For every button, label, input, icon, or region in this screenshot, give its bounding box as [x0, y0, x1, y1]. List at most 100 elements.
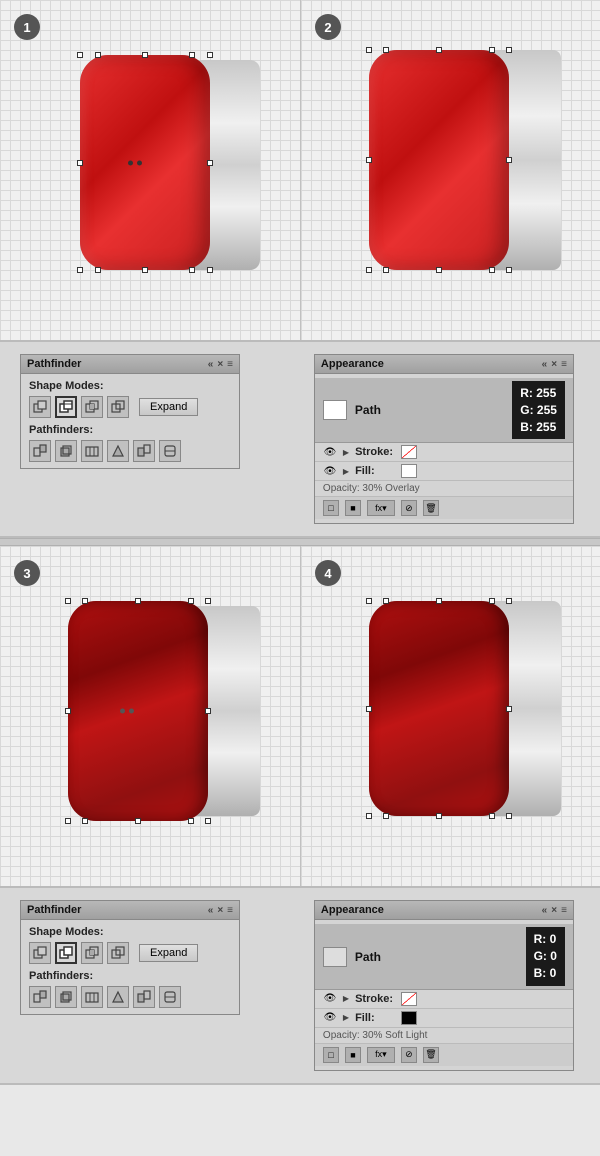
expand-button-1[interactable]: Expand	[139, 398, 198, 416]
rgb-b-1: B: 255	[520, 419, 557, 436]
app2-collapse[interactable]: «	[542, 905, 548, 916]
pathfinder-title-2: Pathfinder	[27, 904, 81, 916]
fx-icon-1[interactable]: fx▾	[367, 500, 395, 516]
canvas-step-3: 3	[0, 546, 300, 886]
path-swatch-2	[323, 947, 347, 967]
separator-1	[0, 538, 600, 546]
appearance-body-1: Path R: 255 G: 255 B: 255 👁 ▶ Stroke:	[315, 374, 573, 523]
pf2-collapse[interactable]: «	[208, 905, 214, 916]
stroke-swatch-2[interactable]	[401, 992, 417, 1006]
red-shape-4	[369, 601, 509, 816]
app2-close[interactable]: ×	[551, 905, 557, 916]
appearance-panel-1-container: Appearance « × ≡ Path R: 255 G: 255	[300, 354, 590, 524]
fill-eye-2[interactable]: 👁	[323, 1011, 337, 1025]
appearance-titlebar-1: Appearance « × ≡	[315, 355, 573, 374]
appearance-path-row-2: Path R: 0 G: 0 B: 0	[315, 924, 573, 989]
appearance-controls-1[interactable]: « × ≡	[542, 359, 567, 370]
appearance-footer-2: □ ■ fx▾ ⊘ 🗑	[315, 1043, 573, 1066]
pf-icon-2f[interactable]	[159, 986, 181, 1008]
path-label-1: Path	[355, 403, 504, 417]
panels-row-1: Pathfinder « × ≡ Shape Modes:	[0, 340, 600, 538]
appearance-panel-2: Appearance « × ≡ Path R: 0 G: 0	[314, 900, 574, 1070]
app1-collapse[interactable]: «	[542, 359, 548, 370]
appearance-path-row-1: Path R: 255 G: 255 B: 255	[315, 378, 573, 443]
shape-modes-row-1: Expand	[29, 396, 231, 418]
pf-icon-1c[interactable]	[81, 440, 103, 462]
new-item-icon-1[interactable]: □	[323, 500, 339, 516]
exclude-icon-2[interactable]	[107, 942, 129, 964]
stroke-row-2: 👁 ▶ Stroke:	[315, 990, 573, 1009]
app2-menu[interactable]: ≡	[561, 905, 567, 916]
intersect-icon-1[interactable]	[81, 396, 103, 418]
steps-1-2-row: 1	[0, 0, 600, 340]
pathfinder-close-1[interactable]: ×	[217, 359, 223, 370]
fill-row-2: 👁 ▶ Fill:	[315, 1009, 573, 1028]
pf-icon-2c[interactable]	[81, 986, 103, 1008]
fill-swatch-2[interactable]	[401, 1011, 417, 1025]
unite-icon-1[interactable]	[29, 396, 51, 418]
panels-row-2: Pathfinder « × ≡ Shape Modes:	[0, 886, 600, 1084]
pf-icon-1e[interactable]	[133, 440, 155, 462]
pathfinder-body-2: Shape Modes:	[21, 920, 239, 1014]
dup-icon-1[interactable]: ■	[345, 500, 361, 516]
appearance-controls-2[interactable]: « × ≡	[542, 905, 567, 916]
new-item-icon-2[interactable]: □	[323, 1047, 339, 1063]
appearance-body-2: Path R: 0 G: 0 B: 0 👁 ▶ Stroke:	[315, 920, 573, 1069]
step-number-4: 4	[315, 560, 341, 586]
stroke-arrow-2[interactable]: ▶	[343, 994, 349, 1003]
app1-menu[interactable]: ≡	[561, 359, 567, 370]
circle-no-icon-2[interactable]: ⊘	[401, 1047, 417, 1063]
unite-icon-2[interactable]	[29, 942, 51, 964]
fill-arrow-1[interactable]: ▶	[343, 467, 349, 476]
pf-icon-2d[interactable]	[107, 986, 129, 1008]
pf-icon-2a[interactable]	[29, 986, 51, 1008]
pf2-menu[interactable]: ≡	[227, 905, 233, 916]
dup-icon-2[interactable]: ■	[345, 1047, 361, 1063]
pathfinder-panel-2: Pathfinder « × ≡ Shape Modes:	[20, 900, 240, 1015]
exclude-icon-1[interactable]	[107, 396, 129, 418]
stroke-eye-2[interactable]: 👁	[323, 992, 337, 1006]
trash-icon-1[interactable]: 🗑	[423, 500, 439, 516]
pf-icon-1b[interactable]	[55, 440, 77, 462]
stroke-swatch-1[interactable]	[401, 445, 417, 459]
fill-row-1: 👁 ▶ Fill:	[315, 462, 573, 481]
pathfinder-controls-2[interactable]: « × ≡	[208, 905, 233, 916]
appearance-footer-1: □ ■ fx▾ ⊘ 🗑	[315, 496, 573, 519]
pathfinder-panel-2-container: Pathfinder « × ≡ Shape Modes:	[10, 900, 300, 1070]
fx-icon-2[interactable]: fx▾	[367, 1047, 395, 1063]
pf-icon-1d[interactable]	[107, 440, 129, 462]
steps-3-4-row: 3	[0, 546, 600, 886]
minus-front-icon-1[interactable]	[55, 396, 77, 418]
stroke-arrow-1[interactable]: ▶	[343, 448, 349, 457]
intersect-icon-2[interactable]	[81, 942, 103, 964]
trash-icon-2[interactable]: 🗑	[423, 1047, 439, 1063]
pathfinder-menu-1[interactable]: ≡	[227, 359, 233, 370]
pathfinder-controls-1[interactable]: « × ≡	[208, 359, 233, 370]
appearance-titlebar-2: Appearance « × ≡	[315, 901, 573, 920]
pf-icon-1f[interactable]	[159, 440, 181, 462]
pf-icon-1a[interactable]	[29, 440, 51, 462]
fill-eye-1[interactable]: 👁	[323, 464, 337, 478]
canvas-step-2: 2	[300, 0, 600, 340]
red-shape-2	[369, 50, 509, 270]
path-label-2: Path	[355, 950, 518, 964]
pathfinder-collapse-1[interactable]: «	[208, 359, 214, 370]
expand-button-2[interactable]: Expand	[139, 944, 198, 962]
pf-icon-2e[interactable]	[133, 986, 155, 1008]
fill-swatch-1[interactable]	[401, 464, 417, 478]
fx-label-2[interactable]: fx▾	[375, 1049, 387, 1060]
stroke-eye-1[interactable]: 👁	[323, 445, 337, 459]
rgb-r-1: R: 255	[520, 385, 557, 402]
pathfinder-titlebar-2: Pathfinder « × ≡	[21, 901, 239, 920]
minus-front-icon-2[interactable]	[55, 942, 77, 964]
circle-no-icon-1[interactable]: ⊘	[401, 500, 417, 516]
app1-close[interactable]: ×	[551, 359, 557, 370]
fill-arrow-2[interactable]: ▶	[343, 1013, 349, 1022]
fx-label-1[interactable]: fx▾	[375, 503, 387, 514]
pf-icon-2b[interactable]	[55, 986, 77, 1008]
pathfinders-row-2	[29, 986, 231, 1008]
opacity-label-1: Opacity: 30% Overlay	[323, 483, 420, 494]
rgb-g-2: G: 0	[534, 948, 557, 965]
step-number-2: 2	[315, 14, 341, 40]
pf2-close[interactable]: ×	[217, 905, 223, 916]
